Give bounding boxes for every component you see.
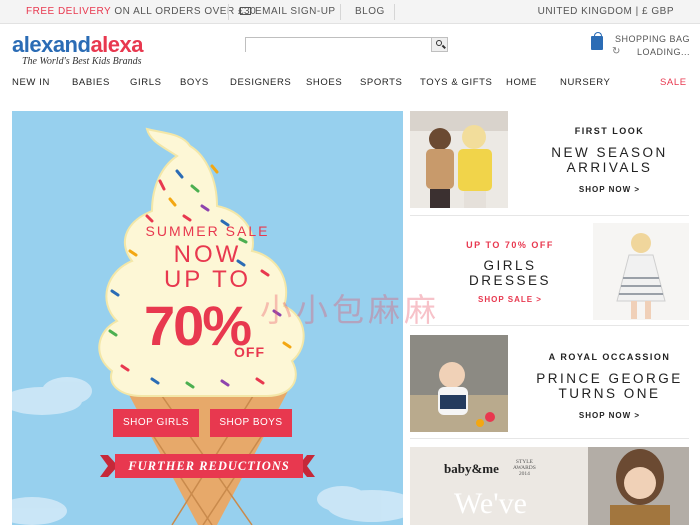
logo-part-1: alexand <box>12 32 91 57</box>
nav-item-designers[interactable]: DESIGNERS <box>230 77 291 88</box>
off-label: OFF <box>234 344 265 360</box>
watermark-text: 小小包麻麻 <box>260 291 441 329</box>
promo2-title-line2: DRESSES <box>468 273 552 288</box>
style-awards-year: 2014 <box>518 471 530 477</box>
free-delivery-banner[interactable]: FREE DELIVERY ON ALL ORDERS OVER £30 <box>26 0 256 24</box>
now-text: NOW <box>173 241 242 268</box>
promo1-kicker: FIRST LOOK <box>574 126 645 136</box>
divider <box>340 4 341 20</box>
shopping-bag-link[interactable]: SHOPPING BAG LOADING... <box>615 33 690 59</box>
promo3-title-line1: PRINCE GEORGE <box>536 371 683 386</box>
promo-prince-george[interactable]: A ROYAL OCCASSION PRINCE GEORGE TURNS ON… <box>410 334 689 439</box>
logo-part-2: alexa <box>90 32 143 57</box>
nav-item-babies[interactable]: BABIES <box>72 77 110 88</box>
promo3-title-line2: TURNS ONE <box>558 386 661 401</box>
shop-girls-button[interactable]: SHOP GIRLS <box>113 409 199 437</box>
top-bar: FREE DELIVERY ON ALL ORDERS OVER £30 EMA… <box>0 0 700 24</box>
promo1-shop-now-link[interactable]: SHOP NOW > <box>530 185 689 194</box>
envelope-icon <box>240 7 251 15</box>
nav-item-home[interactable]: HOME <box>506 77 537 88</box>
nav-item-nursery[interactable]: NURSERY <box>560 77 610 88</box>
further-reductions-banner[interactable]: FURTHER REDUCTIONS <box>115 454 303 478</box>
loading-spinner-icon: ↻ <box>612 46 621 57</box>
divider <box>394 4 395 20</box>
main-nav: NEW IN BABIES GIRLS BOYS DESIGNERS SHOES… <box>0 72 700 94</box>
search-button[interactable] <box>431 38 447 51</box>
nav-item-shoes[interactable]: SHOES <box>306 77 342 88</box>
nav-item-girls[interactable]: GIRLS <box>130 77 162 88</box>
promo3-shop-now-link[interactable]: SHOP NOW > <box>530 411 689 420</box>
baby-and-me-logo: baby&me <box>444 461 499 476</box>
shopping-bag-icon[interactable] <box>591 32 603 50</box>
region-selector[interactable]: UNITED KINGDOM | £ GBP <box>538 0 674 24</box>
search-input[interactable] <box>246 42 431 55</box>
site-logo[interactable]: alexandalexa <box>12 32 143 58</box>
promo-new-season[interactable]: FIRST LOOK NEW SEASON ARRIVALS SHOP NOW … <box>410 111 689 216</box>
delivery-highlight: FREE DELIVERY <box>26 6 112 17</box>
nav-item-toys-gifts[interactable]: TOYS & GIFTS <box>420 77 492 88</box>
award-photo-image <box>410 447 689 525</box>
promo2-title-line1: GIRLS <box>483 258 537 273</box>
style-awards-badge: STYLE AWARDS 2014 <box>513 459 536 477</box>
promo-baby-and-me-awards[interactable]: baby&me STYLE AWARDS 2014 We've <box>410 447 689 525</box>
shopping-bag-status: LOADING... <box>636 47 690 57</box>
delivery-text: ON ALL ORDERS OVER £30 <box>111 6 257 17</box>
promo3-kicker: A ROYAL OCCASSION <box>548 352 671 362</box>
promo2-kicker: UP TO 70% OFF <box>466 240 554 250</box>
promo1-title-line1: NEW SEASON <box>551 145 668 160</box>
divider <box>228 4 229 20</box>
promo1-title-line2: ARRIVALS <box>566 160 653 175</box>
blog-link[interactable]: BLOG <box>355 0 385 24</box>
email-signup-link[interactable]: EMAIL SIGN-UP <box>240 0 336 24</box>
promo4-headline: We've <box>454 487 527 520</box>
nav-item-sale[interactable]: SALE <box>660 77 687 88</box>
search-box <box>245 37 448 55</box>
shop-boys-button[interactable]: SHOP BOYS <box>210 409 292 437</box>
nav-item-sports[interactable]: SPORTS <box>360 77 403 88</box>
summer-sale-label: SUMMER SALE <box>145 223 270 239</box>
promo2-shop-sale-link[interactable]: SHOP SALE > <box>430 295 590 304</box>
promo-girls-dresses[interactable]: UP TO 70% OFF GIRLS DRESSES SHOP SALE > <box>410 222 689 326</box>
nav-item-new-in[interactable]: NEW IN <box>12 77 50 88</box>
kids-photo-image <box>410 111 508 208</box>
baby-photo-image <box>410 335 508 432</box>
email-signup-label: EMAIL SIGN-UP <box>255 6 336 17</box>
nav-item-boys[interactable]: BOYS <box>180 77 209 88</box>
shopping-bag-label: SHOPPING BAG <box>614 34 690 44</box>
tagline: The World's Best Kids Brands <box>22 56 142 67</box>
girl-dress-photo-image <box>593 223 689 320</box>
